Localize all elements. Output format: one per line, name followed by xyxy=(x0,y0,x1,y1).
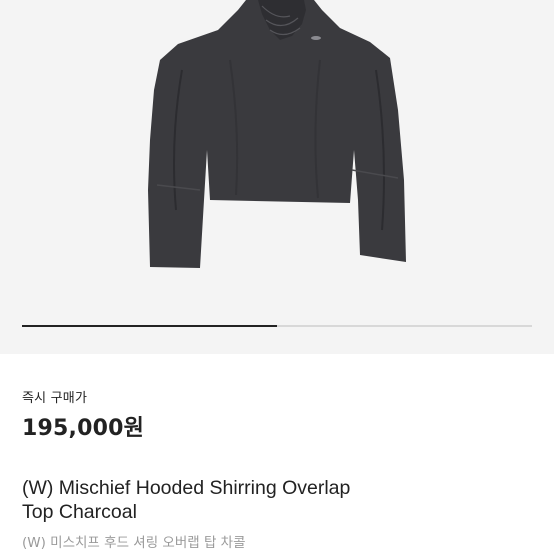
product-title-line-1: (W) Mischief Hooded Shirring Overlap xyxy=(22,477,351,499)
product-title[interactable]: (W) Mischief Hooded Shirring Overlap Top… xyxy=(22,476,532,524)
carousel-progress-track xyxy=(22,325,532,327)
product-photo xyxy=(148,0,406,268)
product-subtitle-korean: (W) 미스치프 후드 셔링 오버랩 탑 차콜 xyxy=(22,535,246,551)
garment-body xyxy=(148,0,406,268)
price: 195,000원 xyxy=(22,416,145,441)
product-title-line-2: Top Charcoal xyxy=(22,501,137,523)
carousel-progress-indicator xyxy=(22,325,277,327)
instant-buy-label: 즉시 구매가 xyxy=(22,391,88,406)
product-image-gallery[interactable] xyxy=(0,0,554,354)
garment-logo xyxy=(311,36,321,40)
